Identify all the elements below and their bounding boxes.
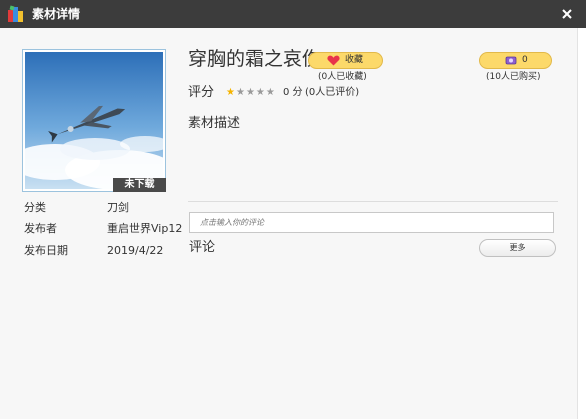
comments-label: 评论 [189,240,216,255]
favorite-button-label: 收藏 [345,55,364,65]
star-icon[interactable]: ★ [246,87,256,98]
close-icon [562,9,572,19]
rating-label: 评分 [188,85,215,100]
favorite-count: (0人已收藏) [318,72,367,82]
publish-date-value: 2019/4/22 [107,244,164,257]
purchase-button-label: 0 [522,55,528,65]
scrollbar-track[interactable] [577,28,586,419]
publish-date-label: 发布日期 [24,244,68,257]
app-logo-icon [7,5,25,23]
star-icon[interactable]: ★ [226,87,236,98]
window-title: 素材详情 [32,7,81,21]
coin-icon [505,55,517,72]
asset-thumbnail-frame[interactable] [22,49,166,192]
description-label: 素材描述 [188,116,241,131]
comment-input[interactable] [189,212,554,233]
star-icon[interactable]: ★ [266,87,276,98]
asset-thumbnail [25,52,163,189]
close-button[interactable] [556,3,578,25]
rating-score: 0 分 [283,87,303,98]
publisher-value: 重启世界Vip12 [107,222,183,235]
star-icon[interactable]: ★ [236,87,246,98]
asset-title: 穿胸的霜之哀伤 [188,48,322,70]
title-bar: 素材详情 [0,0,586,28]
material-detail-window: 素材详情 未下载 分类 刀剑 发布者 重启世界Vip12 发布日期 2019/4… [0,0,586,419]
heart-icon [327,55,340,72]
purchase-count: (10人已购买) [486,72,541,82]
category-value: 刀剑 [107,201,129,214]
category-label: 分类 [24,201,46,214]
star-icon[interactable]: ★ [256,87,266,98]
rating-stars[interactable]: ★★★★★ [226,87,276,99]
download-status-badge: 未下载 [113,178,166,192]
more-comments-button[interactable]: 更多 [479,239,556,257]
purchase-button[interactable]: 0 [479,52,552,69]
favorite-button[interactable]: 收藏 [308,52,383,69]
rating-count: (0人已评价) [305,87,360,98]
section-divider [188,201,558,202]
publisher-label: 发布者 [24,222,57,235]
